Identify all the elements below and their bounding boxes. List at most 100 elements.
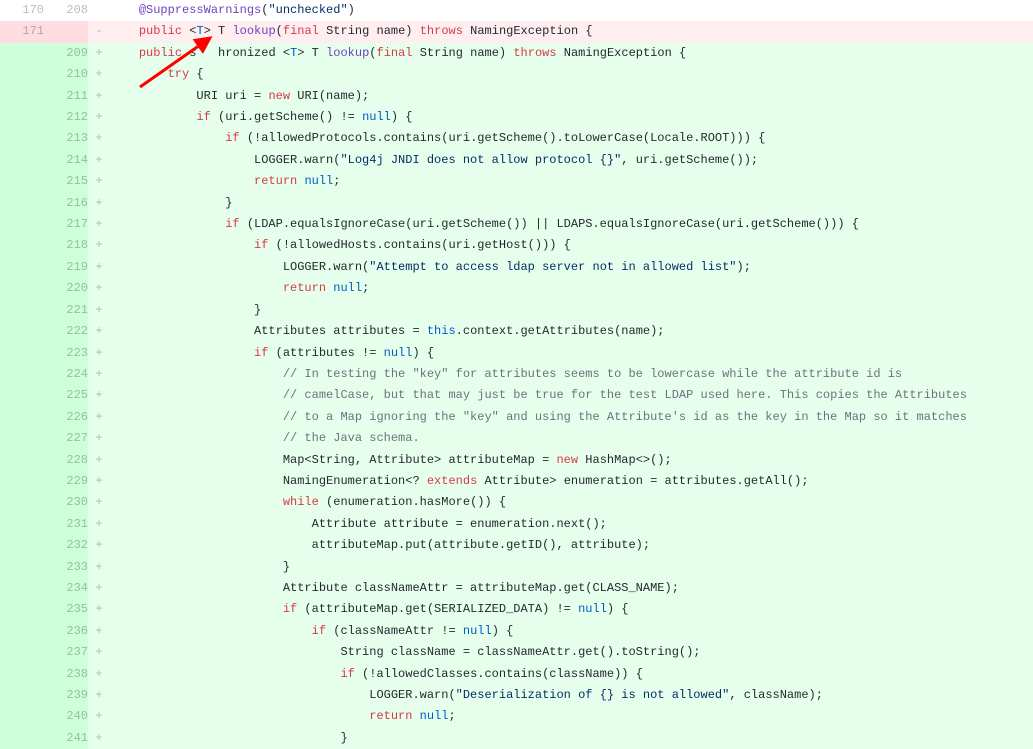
code-cell[interactable]: attributeMap.put(attribute.getID(), attr… bbox=[110, 535, 1033, 556]
old-line-number[interactable] bbox=[0, 706, 44, 727]
code-cell[interactable]: return null; bbox=[110, 171, 1033, 192]
code-cell[interactable]: public <T> T lookup(final String name) t… bbox=[110, 21, 1033, 42]
diff-row[interactable]: 231+ Attribute attribute = enumeration.n… bbox=[0, 514, 1033, 535]
new-line-number[interactable]: 225 bbox=[44, 385, 88, 406]
diff-row[interactable]: 232+ attributeMap.put(attribute.getID(),… bbox=[0, 535, 1033, 556]
diff-row[interactable]: 229+ NamingEnumeration<? extends Attribu… bbox=[0, 471, 1033, 492]
new-line-number[interactable]: 220 bbox=[44, 278, 88, 299]
new-line-number[interactable]: 209 bbox=[44, 43, 88, 64]
code-cell[interactable]: Attribute classNameAttr = attributeMap.g… bbox=[110, 578, 1033, 599]
diff-row[interactable]: 171- public <T> T lookup(final String na… bbox=[0, 21, 1033, 42]
new-line-number[interactable]: 208 bbox=[44, 0, 88, 21]
diff-row[interactable]: 233+ } bbox=[0, 557, 1033, 578]
old-line-number[interactable] bbox=[0, 171, 44, 192]
old-line-number[interactable] bbox=[0, 193, 44, 214]
diff-row[interactable]: 241+ } bbox=[0, 728, 1033, 749]
code-cell[interactable]: Attribute attribute = enumeration.next()… bbox=[110, 514, 1033, 535]
new-line-number[interactable]: 231 bbox=[44, 514, 88, 535]
diff-row[interactable]: 217+ if (LDAP.equalsIgnoreCase(uri.getSc… bbox=[0, 214, 1033, 235]
diff-row[interactable]: 213+ if (!allowedProtocols.contains(uri.… bbox=[0, 128, 1033, 149]
old-line-number[interactable] bbox=[0, 343, 44, 364]
code-cell[interactable]: @SuppressWarnings("unchecked") bbox=[110, 0, 1033, 21]
code-cell[interactable]: // In testing the "key" for attributes s… bbox=[110, 364, 1033, 385]
new-line-number[interactable]: 214 bbox=[44, 150, 88, 171]
code-cell[interactable]: if (attributeMap.get(SERIALIZED_DATA) !=… bbox=[110, 599, 1033, 620]
old-line-number[interactable] bbox=[0, 578, 44, 599]
new-line-number[interactable]: 221 bbox=[44, 300, 88, 321]
code-cell[interactable]: LOGGER.warn("Log4j JNDI does not allow p… bbox=[110, 150, 1033, 171]
diff-row[interactable]: 230+ while (enumeration.hasMore()) { bbox=[0, 492, 1033, 513]
old-line-number[interactable] bbox=[0, 43, 44, 64]
old-line-number[interactable] bbox=[0, 407, 44, 428]
code-cell[interactable]: if (!allowedHosts.contains(uri.getHost()… bbox=[110, 235, 1033, 256]
code-cell[interactable]: return null; bbox=[110, 278, 1033, 299]
code-cell[interactable]: if (!allowedClasses.contains(className))… bbox=[110, 664, 1033, 685]
old-line-number[interactable] bbox=[0, 257, 44, 278]
new-line-number[interactable]: 213 bbox=[44, 128, 88, 149]
new-line-number[interactable]: 228 bbox=[44, 450, 88, 471]
new-line-number[interactable]: 222 bbox=[44, 321, 88, 342]
old-line-number[interactable] bbox=[0, 278, 44, 299]
new-line-number[interactable]: 234 bbox=[44, 578, 88, 599]
code-cell[interactable]: if (!allowedProtocols.contains(uri.getSc… bbox=[110, 128, 1033, 149]
new-line-number[interactable]: 239 bbox=[44, 685, 88, 706]
diff-row[interactable]: 226+ // to a Map ignoring the "key" and … bbox=[0, 407, 1033, 428]
old-line-number[interactable] bbox=[0, 450, 44, 471]
diff-row[interactable]: 240+ return null; bbox=[0, 706, 1033, 727]
old-line-number[interactable] bbox=[0, 599, 44, 620]
new-line-number[interactable]: 229 bbox=[44, 471, 88, 492]
code-cell[interactable]: } bbox=[110, 193, 1033, 214]
new-line-number[interactable]: 223 bbox=[44, 343, 88, 364]
code-cell[interactable]: LOGGER.warn("Attempt to access ldap serv… bbox=[110, 257, 1033, 278]
diff-row[interactable]: 210+ try { bbox=[0, 64, 1033, 85]
old-line-number[interactable] bbox=[0, 364, 44, 385]
diff-row[interactable]: 234+ Attribute classNameAttr = attribute… bbox=[0, 578, 1033, 599]
code-cell[interactable]: NamingEnumeration<? extends Attribute> e… bbox=[110, 471, 1033, 492]
diff-row[interactable]: 220+ return null; bbox=[0, 278, 1033, 299]
old-line-number[interactable] bbox=[0, 685, 44, 706]
code-cell[interactable]: if (LDAP.equalsIgnoreCase(uri.getScheme(… bbox=[110, 214, 1033, 235]
code-cell[interactable]: public s hronized <T> T lookup(final Str… bbox=[110, 43, 1033, 64]
code-cell[interactable]: // camelCase, but that may just be true … bbox=[110, 385, 1033, 406]
new-line-number[interactable]: 232 bbox=[44, 535, 88, 556]
new-line-number[interactable]: 218 bbox=[44, 235, 88, 256]
diff-row[interactable]: 218+ if (!allowedHosts.contains(uri.getH… bbox=[0, 235, 1033, 256]
new-line-number[interactable]: 224 bbox=[44, 364, 88, 385]
new-line-number[interactable]: 227 bbox=[44, 428, 88, 449]
old-line-number[interactable] bbox=[0, 150, 44, 171]
code-cell[interactable]: LOGGER.warn("Deserialization of {} is no… bbox=[110, 685, 1033, 706]
old-line-number[interactable] bbox=[0, 300, 44, 321]
code-cell[interactable]: } bbox=[110, 300, 1033, 321]
code-cell[interactable]: } bbox=[110, 557, 1033, 578]
diff-row[interactable]: 224+ // In testing the "key" for attribu… bbox=[0, 364, 1033, 385]
new-line-number[interactable]: 230 bbox=[44, 492, 88, 513]
old-line-number[interactable] bbox=[0, 535, 44, 556]
old-line-number[interactable] bbox=[0, 86, 44, 107]
code-cell[interactable]: if (classNameAttr != null) { bbox=[110, 621, 1033, 642]
diff-row[interactable]: 221+ } bbox=[0, 300, 1033, 321]
diff-row[interactable]: 214+ LOGGER.warn("Log4j JNDI does not al… bbox=[0, 150, 1033, 171]
new-line-number[interactable]: 240 bbox=[44, 706, 88, 727]
code-cell[interactable]: URI uri = new URI(name); bbox=[110, 86, 1033, 107]
new-line-number[interactable]: 237 bbox=[44, 642, 88, 663]
code-cell[interactable]: } bbox=[110, 728, 1033, 749]
diff-row[interactable]: 225+ // camelCase, but that may just be … bbox=[0, 385, 1033, 406]
diff-row[interactable]: 219+ LOGGER.warn("Attempt to access ldap… bbox=[0, 257, 1033, 278]
old-line-number[interactable] bbox=[0, 621, 44, 642]
code-cell[interactable]: if (uri.getScheme() != null) { bbox=[110, 107, 1033, 128]
diff-row[interactable]: 238+ if (!allowedClasses.contains(classN… bbox=[0, 664, 1033, 685]
old-line-number[interactable] bbox=[0, 428, 44, 449]
old-line-number[interactable] bbox=[0, 235, 44, 256]
old-line-number[interactable] bbox=[0, 471, 44, 492]
diff-row[interactable]: 211+ URI uri = new URI(name); bbox=[0, 86, 1033, 107]
new-line-number[interactable]: 217 bbox=[44, 214, 88, 235]
code-cell[interactable]: Map<String, Attribute> attributeMap = ne… bbox=[110, 450, 1033, 471]
old-line-number[interactable] bbox=[0, 642, 44, 663]
old-line-number[interactable] bbox=[0, 728, 44, 749]
new-line-number[interactable]: 212 bbox=[44, 107, 88, 128]
diff-row[interactable]: 227+ // the Java schema. bbox=[0, 428, 1033, 449]
diff-row[interactable]: 209+ public s hronized <T> T lookup(fina… bbox=[0, 43, 1033, 64]
new-line-number[interactable]: 235 bbox=[44, 599, 88, 620]
old-line-number[interactable] bbox=[0, 557, 44, 578]
code-cell[interactable]: // the Java schema. bbox=[110, 428, 1033, 449]
